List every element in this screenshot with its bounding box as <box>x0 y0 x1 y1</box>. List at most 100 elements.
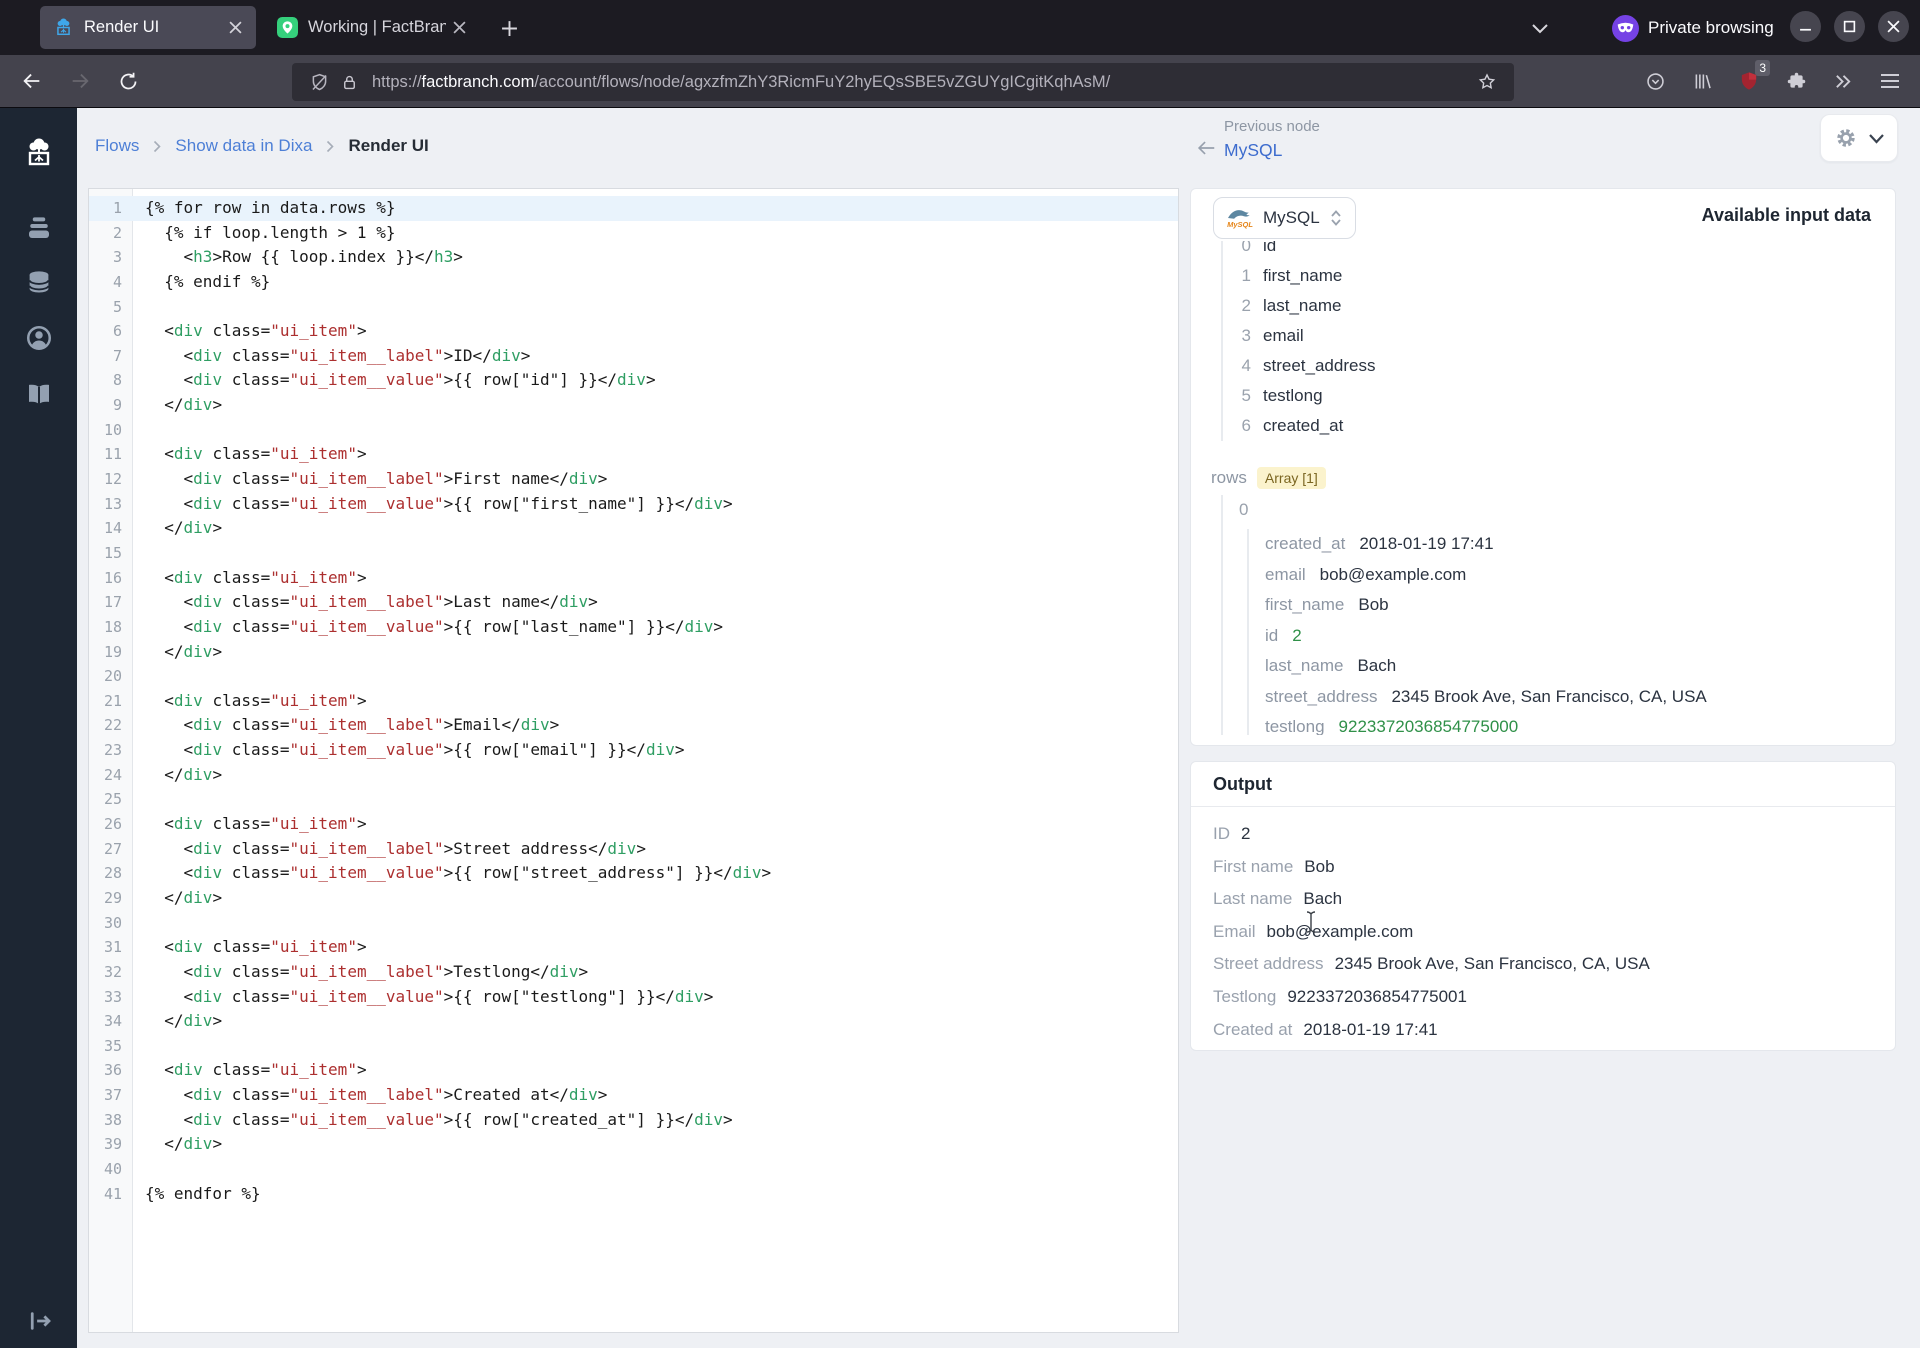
column-item[interactable]: 5 testlong <box>1235 383 1323 409</box>
code-line[interactable]: 25 <box>89 787 1178 812</box>
code-line[interactable]: 17 <div class="ui_item__label">Last name… <box>89 590 1178 615</box>
minimize-button[interactable] <box>1790 11 1821 42</box>
code-line[interactable]: 8 <div class="ui_item__value">{{ row["id… <box>89 368 1178 393</box>
code-line[interactable]: 14 </div> <box>89 516 1178 541</box>
code-line[interactable]: 20 <box>89 664 1178 689</box>
rows-label: rows <box>1211 468 1247 487</box>
code-line[interactable]: 32 <div class="ui_item__label">Testlong<… <box>89 960 1178 985</box>
adblock-shield-icon[interactable]: 3 <box>1731 60 1770 99</box>
line-number: 39 <box>103 1135 122 1154</box>
code-line[interactable]: 5 <box>89 295 1178 320</box>
column-item[interactable]: 1 first_name <box>1235 263 1343 289</box>
field-value: 9223372036854775000 <box>1338 717 1519 735</box>
row-field[interactable]: first_name Bob <box>1265 592 1389 618</box>
code-line[interactable]: 39 </div> <box>89 1132 1178 1157</box>
code-line[interactable]: 10 <box>89 418 1178 443</box>
code-line[interactable]: 40 <box>89 1157 1178 1182</box>
code-line[interactable]: 36 <div class="ui_item"> <box>89 1058 1178 1083</box>
reload-button[interactable] <box>110 63 146 99</box>
code-line[interactable]: 16 <div class="ui_item"> <box>89 566 1178 591</box>
code-line[interactable]: 29 </div> <box>89 886 1178 911</box>
forward-button[interactable] <box>62 63 98 99</box>
line-number: 19 <box>103 642 122 661</box>
tab-close-icon[interactable] <box>222 15 248 41</box>
column-item[interactable]: 2 last_name <box>1235 293 1342 319</box>
code-line[interactable]: 13 <div class="ui_item__value">{{ row["f… <box>89 492 1178 517</box>
code-line[interactable]: 33 <div class="ui_item__value">{{ row["t… <box>89 985 1178 1010</box>
back-button[interactable] <box>14 63 50 99</box>
tab-working-factbranch[interactable]: Working | FactBranch <box>264 6 480 49</box>
code-line[interactable]: 6 <div class="ui_item"> <box>89 319 1178 344</box>
code-line[interactable]: 15 <box>89 541 1178 566</box>
lock-icon[interactable] <box>334 69 364 95</box>
pocket-icon[interactable] <box>1637 63 1673 99</box>
row-field[interactable]: email bob@example.com <box>1265 562 1466 588</box>
column-item[interactable]: 0 id <box>1235 241 1277 259</box>
code-line[interactable]: 3 <h3>Row {{ loop.index }}</h3> <box>89 245 1178 270</box>
maximize-button[interactable] <box>1834 11 1865 42</box>
code-line[interactable]: 4 {% endif %} <box>89 270 1178 295</box>
tab-close-icon[interactable] <box>446 15 472 41</box>
flows-stack-icon[interactable] <box>22 211 56 245</box>
node-settings-button[interactable] <box>1820 114 1898 162</box>
factbranch-logo-icon[interactable] <box>22 136 56 170</box>
code-line[interactable]: 31 <div class="ui_item"> <box>89 935 1178 960</box>
code-line[interactable]: 18 <div class="ui_item__value">{{ row["l… <box>89 615 1178 640</box>
code-line[interactable]: 2 {% if loop.length > 1 %} <box>89 221 1178 246</box>
code-line[interactable]: 30 <box>89 911 1178 936</box>
row-index-node[interactable]: 0 <box>1239 497 1260 523</box>
row-field[interactable]: last_name Bach <box>1265 653 1396 679</box>
code-line[interactable]: 41 {% endfor %} <box>89 1182 1178 1207</box>
code-line[interactable]: 37 <div class="ui_item__label">Created a… <box>89 1083 1178 1108</box>
close-window-button[interactable] <box>1878 11 1909 42</box>
tracking-protection-icon[interactable] <box>304 69 334 95</box>
line-number: 30 <box>103 913 122 932</box>
new-tab-button[interactable] <box>494 13 524 43</box>
code-line[interactable]: 35 <box>89 1034 1178 1059</box>
code-line[interactable]: 1 {% for row in data.rows %} <box>89 196 1178 221</box>
code-line[interactable]: 21 <div class="ui_item"> <box>89 689 1178 714</box>
tab-render-ui[interactable]: Render UI <box>40 6 256 49</box>
extension-icon[interactable] <box>1778 63 1814 99</box>
code-line[interactable]: 27 <div class="ui_item__label">Street ad… <box>89 837 1178 862</box>
code-text: <div class="ui_item__value">{{ row["stre… <box>145 863 772 883</box>
code-line[interactable]: 11 <div class="ui_item"> <box>89 442 1178 467</box>
code-line[interactable]: 34 </div> <box>89 1009 1178 1034</box>
code-line[interactable]: 9 </div> <box>89 393 1178 418</box>
column-item[interactable]: 3 email <box>1235 323 1304 349</box>
code-line[interactable]: 12 <div class="ui_item__label">First nam… <box>89 467 1178 492</box>
bookmark-star-icon[interactable] <box>1472 69 1502 95</box>
row-field[interactable]: testlong 9223372036854775000 <box>1265 714 1518 735</box>
previous-node-link[interactable]: MySQL <box>1224 140 1282 161</box>
database-icon[interactable] <box>22 266 56 300</box>
previous-node-back-icon[interactable] <box>1192 134 1220 162</box>
url-bar[interactable]: https://factbranch.com/account/flows/nod… <box>292 63 1514 101</box>
input-node-selector[interactable]: MySQL MySQL <box>1213 197 1356 239</box>
line-number: 2 <box>112 223 122 242</box>
breadcrumb-flows-link[interactable]: Flows <box>95 136 139 156</box>
overflow-menu-icon[interactable] <box>1825 63 1861 99</box>
code-line[interactable]: 22 <div class="ui_item__label">Email</di… <box>89 713 1178 738</box>
code-line[interactable]: 24 </div> <box>89 763 1178 788</box>
code-text: <div class="ui_item__label">Email</div> <box>145 715 560 735</box>
code-line[interactable]: 38 <div class="ui_item__value">{{ row["c… <box>89 1108 1178 1133</box>
column-item[interactable]: 4 street_address <box>1235 353 1376 379</box>
list-all-tabs-button[interactable] <box>1524 13 1556 43</box>
template-code-editor[interactable]: 1 {% for row in data.rows %} 2 {% if loop.… <box>88 188 1179 1333</box>
column-item[interactable]: 6 created_at <box>1235 413 1344 439</box>
code-line[interactable]: 23 <div class="ui_item__value">{{ row["e… <box>89 738 1178 763</box>
code-line[interactable]: 26 <div class="ui_item"> <box>89 812 1178 837</box>
docs-book-icon[interactable] <box>22 377 56 411</box>
row-field[interactable]: id 2 <box>1265 623 1302 649</box>
logout-icon[interactable] <box>22 1304 56 1338</box>
hamburger-menu-icon[interactable] <box>1872 63 1908 99</box>
code-line[interactable]: 28 <div class="ui_item__value">{{ row["s… <box>89 861 1178 886</box>
breadcrumb-flow-link[interactable]: Show data in Dixa <box>175 136 312 156</box>
code-line[interactable]: 19 </div> <box>89 640 1178 665</box>
account-person-icon[interactable] <box>22 321 56 355</box>
library-icon[interactable] <box>1684 63 1720 99</box>
row-field[interactable]: created_at 2018-01-19 17:41 <box>1265 531 1494 557</box>
row-field[interactable]: street_address 2345 Brook Ave, San Franci… <box>1265 684 1707 710</box>
rows-node[interactable]: rows Array [1] <box>1211 465 1326 491</box>
code-line[interactable]: 7 <div class="ui_item__label">ID</div> <box>89 344 1178 369</box>
